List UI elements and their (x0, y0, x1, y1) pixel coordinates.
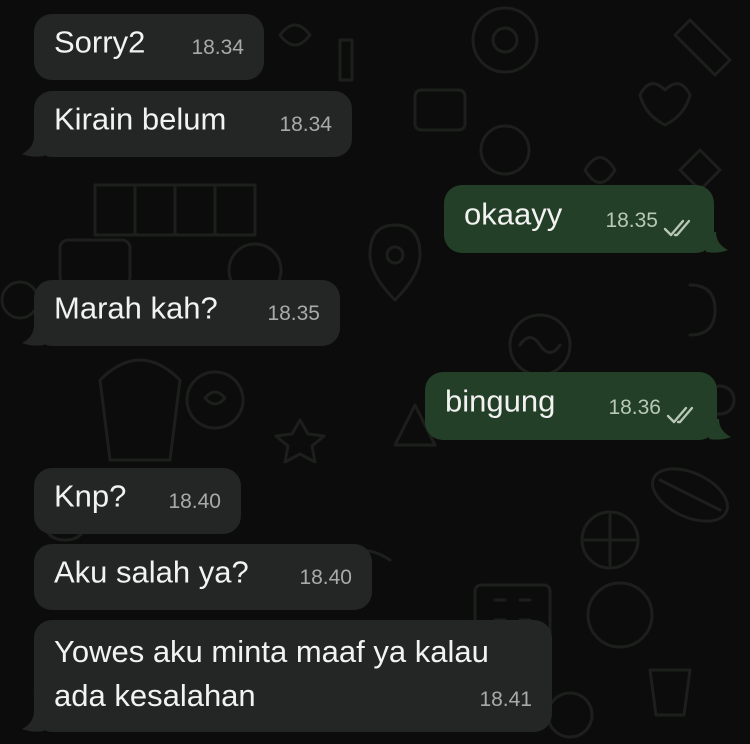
message-text: Kirain belum (54, 101, 227, 137)
bubble-tail (706, 232, 728, 253)
message-bubble-incoming[interactable]: Kirain belum 18.34 (34, 91, 352, 157)
message-timestamp: 18.35 (267, 302, 320, 325)
message-bubble-incoming[interactable]: Yowes aku minta maaf ya kalau ada kesala… (34, 620, 552, 732)
message-bubble-incoming[interactable]: Aku salah ya? 18.40 (34, 544, 372, 610)
message-bubble-incoming[interactable]: Marah kah? 18.35 (34, 280, 340, 346)
message-timestamp: 18.35 (605, 209, 658, 232)
message-text: Aku salah ya? (54, 554, 249, 590)
message-text: Yowes aku minta maaf ya kalau ada kesala… (54, 634, 489, 713)
message-bubble-outgoing[interactable]: bingung 18.36 (425, 372, 717, 440)
bubble-tail (22, 711, 44, 732)
bubble-tail (22, 136, 44, 157)
message-timestamp: 18.40 (168, 490, 221, 513)
read-ticks-icon (666, 406, 694, 424)
message-timestamp: 18.41 (479, 688, 532, 711)
message-timestamp: 18.34 (279, 113, 332, 136)
message-timestamp: 18.40 (299, 566, 352, 589)
message-bubble-outgoing[interactable]: okaayy 18.35 (444, 185, 714, 253)
message-text: Knp? (54, 478, 127, 514)
read-ticks-icon (663, 219, 691, 237)
message-text: bingung (445, 383, 556, 419)
message-timestamp: 18.36 (608, 396, 661, 419)
message-text: okaayy (464, 196, 563, 232)
message-timestamp: 18.34 (191, 36, 244, 59)
message-bubble-incoming[interactable]: Sorry2 18.34 (34, 14, 264, 80)
message-text: Sorry2 (54, 24, 146, 60)
bubble-tail (22, 325, 44, 346)
chat-window[interactable]: Sorry2 18.34 Kirain belum 18.34 okaayy 1… (0, 0, 750, 744)
bubble-tail (709, 419, 731, 440)
message-bubble-incoming[interactable]: Knp? 18.40 (34, 468, 241, 534)
message-text: Marah kah? (54, 290, 218, 326)
